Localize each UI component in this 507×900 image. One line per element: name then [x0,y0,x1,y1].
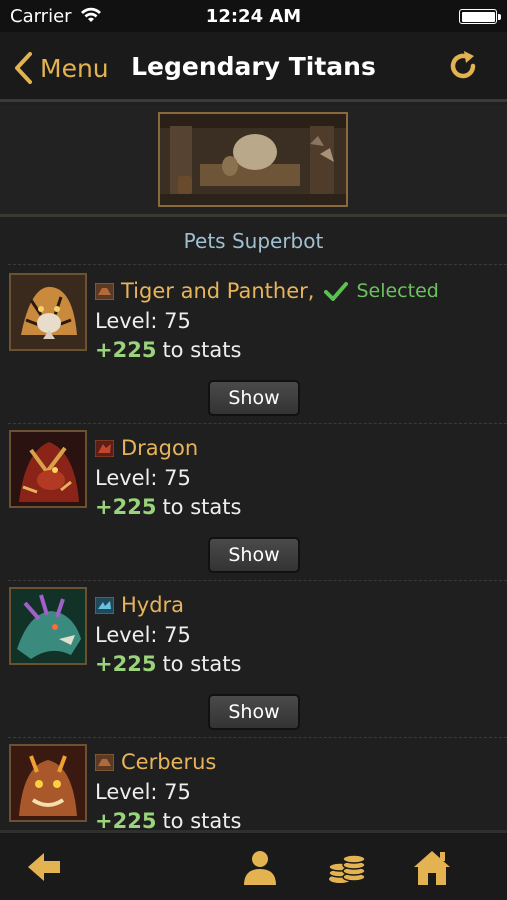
pet-shop-banner-image [158,112,348,207]
back-arrow-icon[interactable] [24,847,64,887]
pet-avatar-dragon [9,430,87,508]
coins-icon[interactable] [326,847,366,887]
pet-type-icon [95,282,114,300]
pet-name[interactable]: Dragon [121,436,198,460]
banner-area [0,105,507,217]
pet-level: Level: 75 [95,623,191,647]
pet-stats: +225 to stats [95,338,241,362]
back-button-label: Menu [40,53,109,83]
stats-suffix: to stats [162,495,242,519]
person-icon[interactable] [240,847,280,887]
divider [8,264,507,265]
list-item: Hydra Level: 75 +225 to stats Show [0,580,507,736]
stats-value: +225 [95,652,157,676]
back-button[interactable]: Menu [10,50,109,86]
pet-type-icon [95,596,114,614]
chevron-left-icon [15,52,32,84]
home-icon[interactable] [412,847,452,887]
pet-name[interactable]: Hydra [121,593,184,617]
clock: 12:24 AM [205,6,302,27]
list-item: Dragon Level: 75 +225 to stats Show [0,423,507,579]
pet-level: Level: 75 [95,466,191,490]
tab-bar [0,830,507,900]
pet-type-icon [95,439,114,457]
section-title: Pets Superbot [183,229,324,253]
stats-value: +225 [95,495,157,519]
refresh-icon[interactable] [445,48,481,84]
list-item: Cerberus Level: 75 +225 to stats [0,737,507,830]
pet-stats: +225 to stats [95,652,241,676]
pet-name[interactable]: Cerberus [121,750,216,774]
show-button[interactable]: Show [208,537,300,573]
pet-type-icon [95,753,114,771]
battery-icon [459,9,501,24]
selected-label: Selected [356,280,439,302]
nav-bar: Menu Legendary Titans [0,32,507,102]
pet-level: Level: 75 [95,780,191,804]
list-item: Tiger and Panther , Selected Level: 75 +… [0,266,507,422]
stats-suffix: to stats [162,809,242,830]
stats-suffix: to stats [162,338,242,362]
status-bar: Carrier 12:24 AM [0,0,507,32]
pet-stats: +225 to stats [95,495,241,519]
pet-avatar-tiger [9,273,87,351]
pet-level: Level: 75 [95,309,191,333]
pet-avatar-cerberus [9,744,87,822]
stats-suffix: to stats [162,652,242,676]
show-button[interactable]: Show [208,694,300,730]
pet-avatar-hydra [9,587,87,665]
stats-value: +225 [95,809,157,830]
checkmark-icon [324,282,349,301]
pet-stats: +225 to stats [95,809,241,830]
show-button[interactable]: Show [208,380,300,416]
pet-name[interactable]: Tiger and Panther [121,279,308,303]
stats-value: +225 [95,338,157,362]
